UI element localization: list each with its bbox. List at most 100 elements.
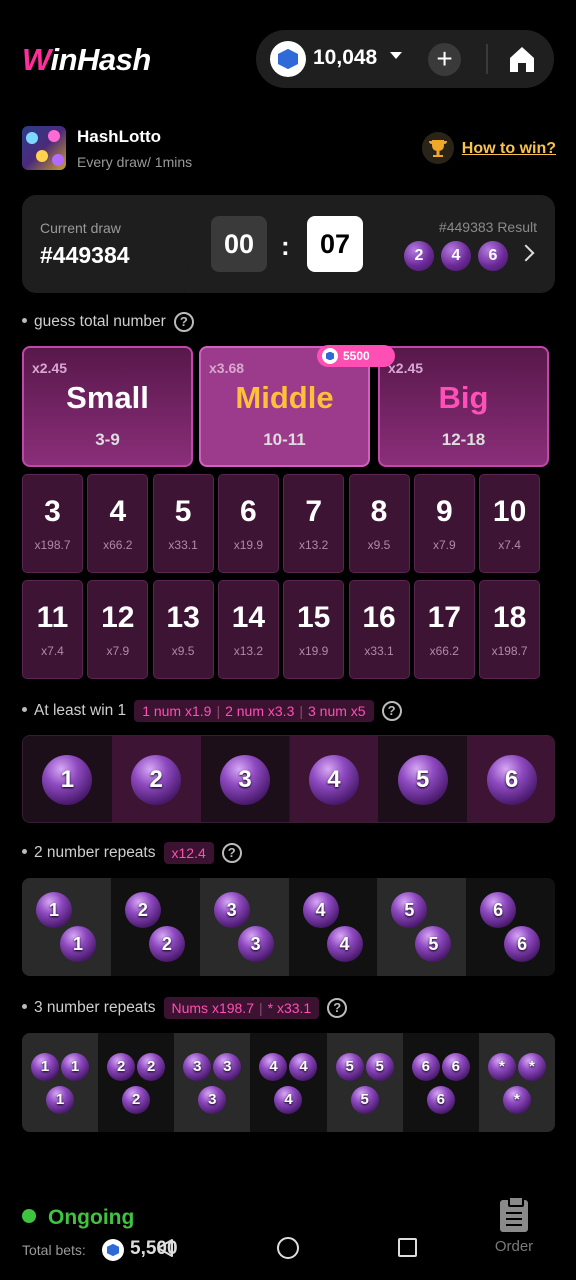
number-option-8[interactable]: 8 x9.5 xyxy=(348,474,410,573)
option-big[interactable]: x2.45 Big 12-18 xyxy=(378,346,549,467)
home-icon[interactable] xyxy=(507,44,537,74)
pair-option-4[interactable]: 44 xyxy=(288,878,378,976)
help-icon[interactable]: ? xyxy=(221,842,242,863)
triple-option-6[interactable]: 666 xyxy=(402,1033,479,1132)
game-subtitle: Every draw/ 1mins xyxy=(77,154,193,170)
number-option-11[interactable]: 11 x7.4 xyxy=(22,580,83,679)
help-icon[interactable]: ? xyxy=(381,700,402,721)
section-label: 3 number repeats xyxy=(34,999,156,1016)
home-nav-icon[interactable] xyxy=(277,1237,299,1259)
section-label: At least win 1 xyxy=(34,702,127,719)
number-option-5[interactable]: 5 x33.1 xyxy=(152,474,214,573)
pair-option-5[interactable]: 55 xyxy=(377,878,467,976)
number-option-18[interactable]: 18 x198.7 xyxy=(479,580,541,679)
number-ball: 1 xyxy=(42,755,93,805)
number-option-4[interactable]: 4 x66.2 xyxy=(87,474,149,573)
triple-option-3[interactable]: 333 xyxy=(174,1033,251,1132)
number-ball: 4 xyxy=(259,1053,288,1081)
number-option-15[interactable]: 15 x19.9 xyxy=(283,580,345,679)
number-value: 11 xyxy=(36,601,69,634)
bullet-dot xyxy=(22,848,27,854)
number-value: 18 xyxy=(492,601,527,634)
number-ball: 6 xyxy=(426,1086,455,1114)
single-number-option-5[interactable]: 5 xyxy=(378,736,468,822)
triple-option-5[interactable]: 555 xyxy=(326,1033,403,1132)
number-value: 8 xyxy=(370,495,388,528)
single-number-option-4[interactable]: 4 xyxy=(289,736,379,822)
number-ball: 1 xyxy=(46,1086,75,1114)
number-ball: 2 xyxy=(107,1053,136,1081)
triple-any-option[interactable]: * * * xyxy=(478,1033,555,1132)
section-guess-total: guess total number? xyxy=(22,310,194,334)
pair-option-2[interactable]: 22 xyxy=(110,878,200,976)
result-ball: 4 xyxy=(441,241,471,271)
number-value: 12 xyxy=(101,601,135,634)
pair-option-1[interactable]: 11 xyxy=(22,878,111,976)
single-number-option-1[interactable]: 1 xyxy=(23,736,112,822)
number-multiplier: x7.4 xyxy=(41,644,64,658)
number-option-16[interactable]: 16 x33.1 xyxy=(348,580,410,679)
wallet-balance[interactable]: 10,048 + xyxy=(256,30,554,88)
number-ball: 6 xyxy=(411,1053,440,1081)
number-ball: 6 xyxy=(480,892,517,928)
add-funds-button[interactable]: + xyxy=(428,43,461,76)
pill-item: 1 num x1.9 xyxy=(142,702,212,719)
section-label: guess total number xyxy=(34,313,166,330)
number-ball: 2 xyxy=(148,926,185,962)
pair-option-3[interactable]: 33 xyxy=(199,878,289,976)
single-number-option-3[interactable]: 3 xyxy=(200,736,290,822)
number-option-17[interactable]: 17 x66.2 xyxy=(413,580,475,679)
number-value: 16 xyxy=(362,601,396,634)
number-ball: 3 xyxy=(213,1053,242,1081)
number-ball: 2 xyxy=(122,1086,151,1114)
number-option-14[interactable]: 14 x13.2 xyxy=(217,580,279,679)
triple-option-1[interactable]: 111 xyxy=(22,1033,99,1132)
last-result-panel[interactable]: #449383 Result xyxy=(378,195,555,293)
triple-option-2[interactable]: 222 xyxy=(98,1033,175,1132)
option-name: Small xyxy=(66,380,149,415)
app-header: WinHash 10,048 + xyxy=(0,28,576,92)
number-ball: 1 xyxy=(36,892,72,928)
number-option-10[interactable]: 10 x7.4 xyxy=(479,474,541,573)
number-ball: 3 xyxy=(220,755,271,805)
number-ball: 5 xyxy=(335,1053,364,1081)
single-number-option-2[interactable]: 2 xyxy=(111,736,201,822)
number-multiplier: x9.5 xyxy=(171,644,195,658)
balance-amount: 10,048 xyxy=(313,46,378,69)
section-label: 2 number repeats xyxy=(34,844,156,861)
number-multiplier: x19.9 xyxy=(233,538,264,552)
number-option-6[interactable]: 6 x19.9 xyxy=(217,474,279,573)
recents-icon[interactable] xyxy=(398,1238,417,1257)
number-ball: 1 xyxy=(61,1053,90,1081)
pill-item: Nums x198.7 xyxy=(171,999,254,1016)
number-multiplier: x19.9 xyxy=(299,644,329,658)
option-multiplier: x2.45 xyxy=(388,360,424,376)
number-ball: * xyxy=(487,1053,516,1081)
chevron-down-icon[interactable] xyxy=(390,52,402,59)
number-option-9[interactable]: 9 x7.9 xyxy=(413,474,475,573)
bet-badge-amount: 5500 xyxy=(343,349,370,363)
number-ball: 3 xyxy=(213,892,250,928)
current-draw-number: #449384 xyxy=(40,242,130,268)
how-to-win-link[interactable]: How to win? xyxy=(421,132,556,166)
number-multiplier: x7.4 xyxy=(498,538,521,552)
single-number-option-6[interactable]: 6 xyxy=(467,736,554,822)
size-options: x2.45 Small 3-9 x3.68 Middle 10-11 x2.45… xyxy=(22,345,549,467)
result-ball: 2 xyxy=(404,241,434,271)
triple-option-4[interactable]: 444 xyxy=(250,1033,327,1132)
number-option-7[interactable]: 7 x13.2 xyxy=(283,474,345,573)
number-ball: 6 xyxy=(504,926,541,962)
pair-option-6[interactable]: 66 xyxy=(466,878,555,976)
multiplier-pill: x12.4 xyxy=(163,841,214,864)
number-ball: 2 xyxy=(124,892,161,928)
page: WinHash 10,048 + HashLotto Every draw/ 1… xyxy=(0,0,576,1280)
option-small[interactable]: x2.45 Small 3-9 xyxy=(22,346,193,467)
number-option-3[interactable]: 3 x198.7 xyxy=(22,474,83,573)
number-option-13[interactable]: 13 x9.5 xyxy=(152,580,214,679)
number-ball: * xyxy=(517,1053,546,1081)
help-icon[interactable]: ? xyxy=(327,997,348,1018)
number-option-12[interactable]: 12 x7.9 xyxy=(87,580,149,679)
number-ball: 4 xyxy=(274,1086,303,1114)
help-icon[interactable]: ? xyxy=(173,311,194,332)
back-icon[interactable] xyxy=(156,1238,174,1258)
